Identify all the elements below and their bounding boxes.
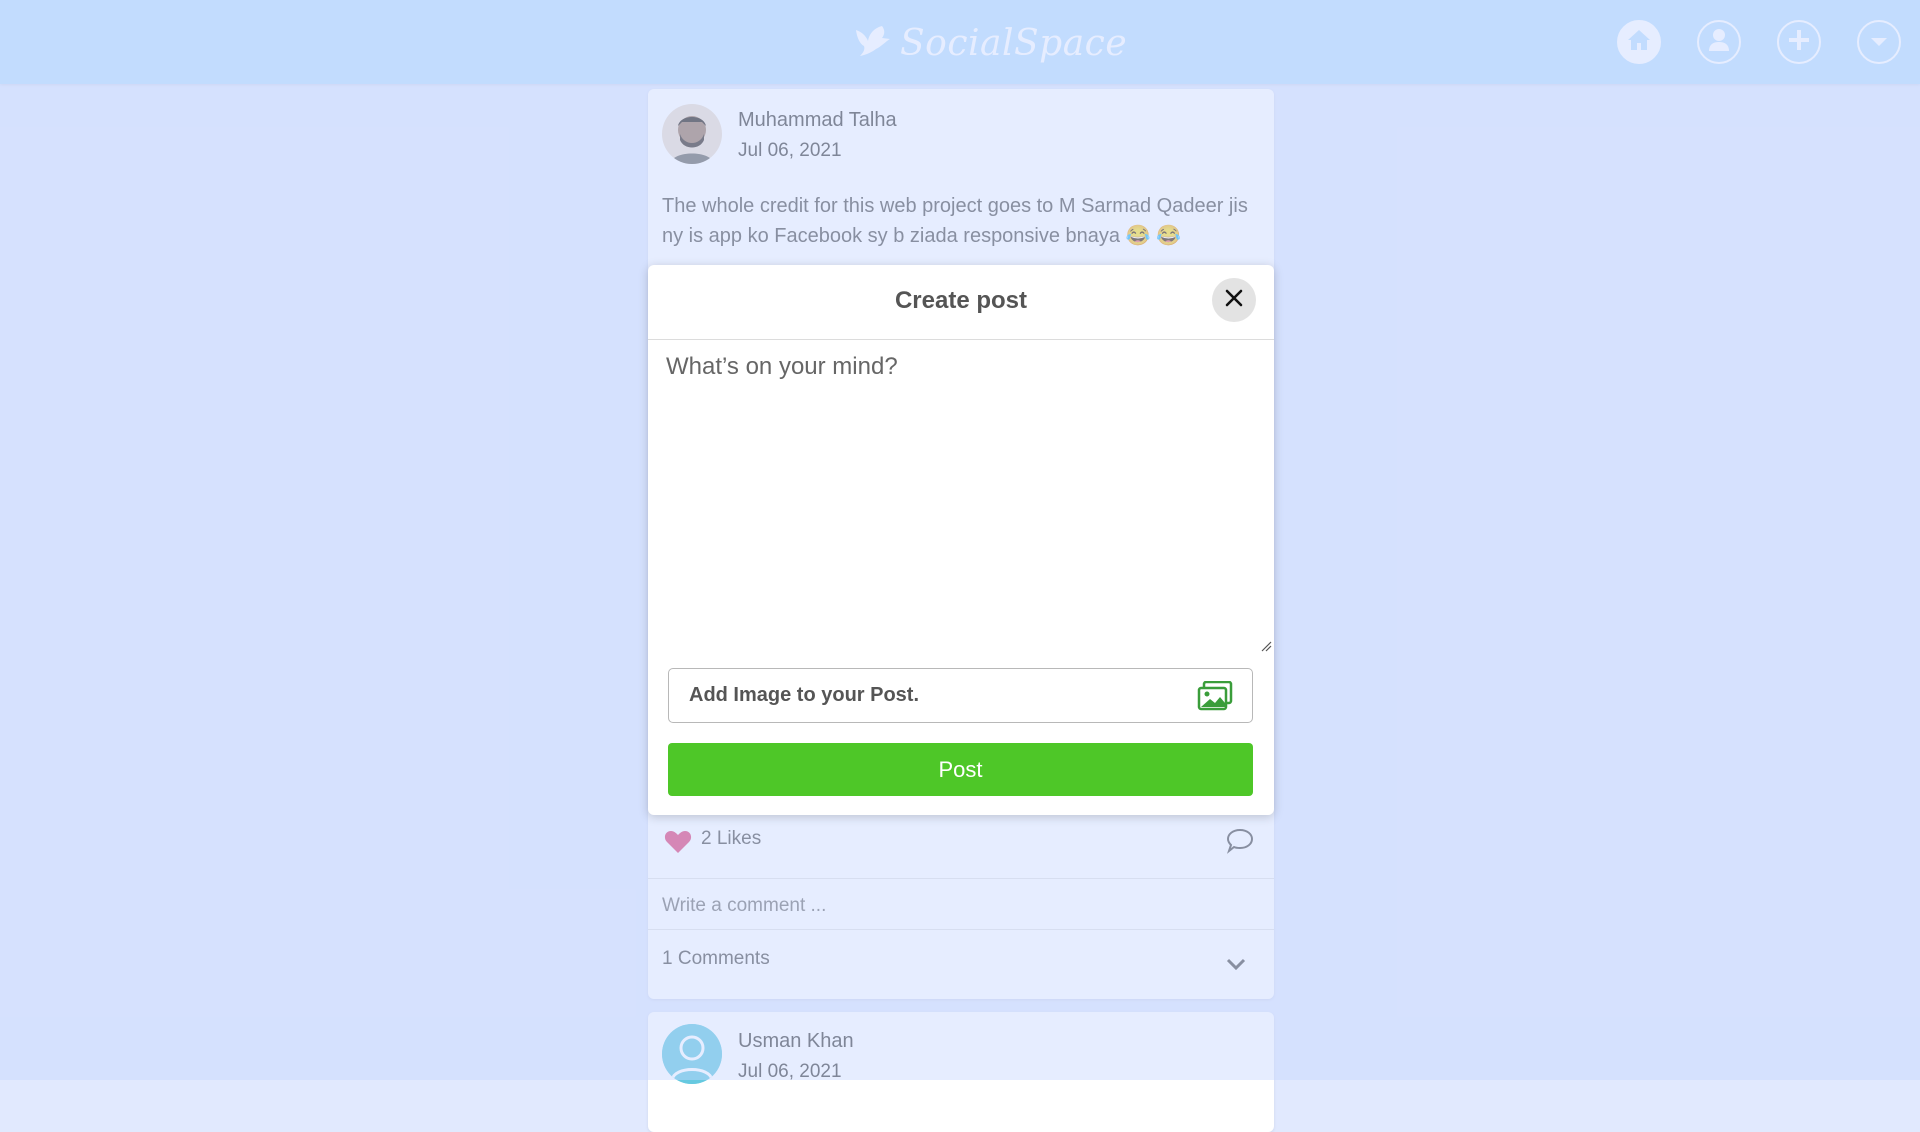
resize-handle-icon[interactable] bbox=[1260, 637, 1272, 656]
add-image-field[interactable]: Add Image to your Post. bbox=[668, 668, 1253, 723]
add-image-label: Add Image to your Post. bbox=[689, 684, 920, 706]
close-button[interactable] bbox=[1212, 278, 1256, 322]
post-content-textarea[interactable] bbox=[666, 353, 1262, 649]
create-post-modal: Create post Add Image to your Post. Post bbox=[648, 265, 1274, 815]
image-gallery-icon[interactable] bbox=[1197, 680, 1233, 715]
modal-title: Create post bbox=[894, 287, 1028, 314]
post-submit-button[interactable]: Post bbox=[668, 743, 1253, 796]
modal-header: Create post bbox=[648, 265, 1274, 340]
close-icon bbox=[1224, 288, 1244, 312]
